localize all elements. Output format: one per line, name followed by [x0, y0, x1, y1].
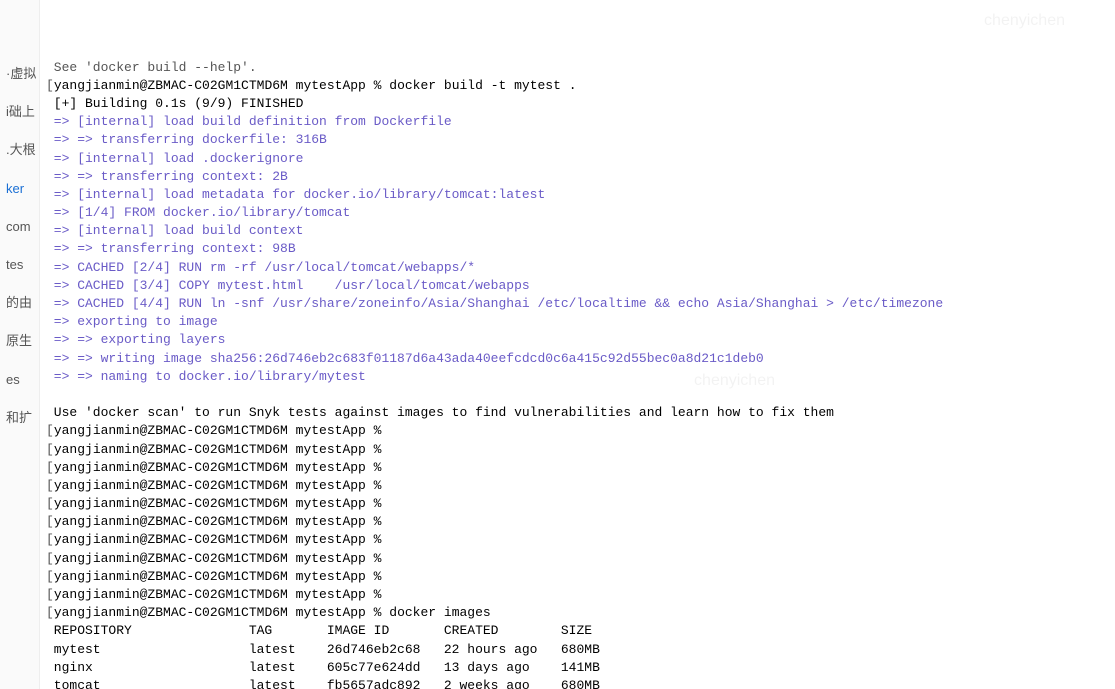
terminal-line: => => writing image sha256:26d746eb2c683… — [46, 350, 1109, 368]
terminal-output[interactable]: chenyichen chenyichen See 'docker build … — [40, 0, 1115, 689]
shell-prompt: yangjianmin@ZBMAC-C02GM1CTMD6M mytestApp… — [54, 496, 389, 511]
shell-command: docker images — [389, 605, 490, 620]
images-table-row: mytest latest 26d746eb2c68 22 hours ago … — [46, 641, 1109, 659]
terminal-line: [+] Building 0.1s (9/9) FINISHED — [46, 95, 1109, 113]
terminal-line: => => transferring context: 98B — [46, 240, 1109, 258]
sidebar-item-7[interactable]: 原生 — [0, 322, 39, 360]
shell-command: docker build -t mytest . — [389, 78, 576, 93]
terminal-line — [46, 386, 1109, 404]
sidebar-item-3[interactable]: ker — [0, 170, 39, 208]
terminal-line: => => transferring context: 2B — [46, 168, 1109, 186]
shell-prompt: yangjianmin@ZBMAC-C02GM1CTMD6M mytestApp… — [54, 587, 389, 602]
shell-prompt: yangjianmin@ZBMAC-C02GM1CTMD6M mytestApp… — [54, 551, 389, 566]
terminal-line: => => exporting layers — [46, 331, 1109, 349]
terminal-line: [yangjianmin@ZBMAC-C02GM1CTMD6M mytestAp… — [46, 604, 1109, 622]
images-table-row: nginx latest 605c77e624dd 13 days ago 14… — [46, 659, 1109, 677]
terminal-line: => CACHED [3/4] COPY mytest.html /usr/lo… — [46, 277, 1109, 295]
terminal-line: => CACHED [4/4] RUN ln -snf /usr/share/z… — [46, 295, 1109, 313]
shell-prompt: yangjianmin@ZBMAC-C02GM1CTMD6M mytestApp… — [54, 442, 389, 457]
terminal-line: [yangjianmin@ZBMAC-C02GM1CTMD6M mytestAp… — [46, 441, 1109, 459]
sidebar-item-0[interactable]: ·虚拟 — [0, 55, 39, 93]
images-table-row: tomcat latest fb5657adc892 2 weeks ago 6… — [46, 677, 1109, 689]
terminal-line: [yangjianmin@ZBMAC-C02GM1CTMD6M mytestAp… — [46, 77, 1109, 95]
terminal-line: => [internal] load .dockerignore — [46, 150, 1109, 168]
shell-prompt: yangjianmin@ZBMAC-C02GM1CTMD6M mytestApp… — [54, 605, 389, 620]
terminal-line: => => transferring dockerfile: 316B — [46, 131, 1109, 149]
terminal-line: => exporting to image — [46, 313, 1109, 331]
terminal-line: [yangjianmin@ZBMAC-C02GM1CTMD6M mytestAp… — [46, 568, 1109, 586]
terminal-line: See 'docker build --help'. — [46, 59, 1109, 77]
terminal-line: => [internal] load metadata for docker.i… — [46, 186, 1109, 204]
sidebar: ·虚拟 i础上 .大根 ker com tes 的由 原生 es 和扩 — [0, 0, 40, 689]
shell-prompt: yangjianmin@ZBMAC-C02GM1CTMD6M mytestApp… — [54, 569, 389, 584]
shell-prompt: yangjianmin@ZBMAC-C02GM1CTMD6M mytestApp… — [54, 460, 389, 475]
terminal-line: [yangjianmin@ZBMAC-C02GM1CTMD6M mytestAp… — [46, 495, 1109, 513]
terminal-line: [yangjianmin@ZBMAC-C02GM1CTMD6M mytestAp… — [46, 550, 1109, 568]
shell-prompt: yangjianmin@ZBMAC-C02GM1CTMD6M mytestApp… — [54, 78, 389, 93]
sidebar-item-5[interactable]: tes — [0, 246, 39, 284]
terminal-line: [yangjianmin@ZBMAC-C02GM1CTMD6M mytestAp… — [46, 422, 1109, 440]
terminal-line: [yangjianmin@ZBMAC-C02GM1CTMD6M mytestAp… — [46, 531, 1109, 549]
terminal-line: => [1/4] FROM docker.io/library/tomcat — [46, 204, 1109, 222]
images-table-header: REPOSITORY TAG IMAGE ID CREATED SIZE — [46, 622, 1109, 640]
terminal-line: [yangjianmin@ZBMAC-C02GM1CTMD6M mytestAp… — [46, 513, 1109, 531]
watermark-1: chenyichen — [984, 10, 1065, 32]
sidebar-item-8[interactable]: es — [0, 361, 39, 399]
shell-prompt: yangjianmin@ZBMAC-C02GM1CTMD6M mytestApp… — [54, 423, 389, 438]
shell-prompt: yangjianmin@ZBMAC-C02GM1CTMD6M mytestApp… — [54, 532, 389, 547]
sidebar-item-9[interactable]: 和扩 — [0, 399, 39, 437]
terminal-line: => => naming to docker.io/library/mytest — [46, 368, 1109, 386]
terminal-line: => [internal] load build context — [46, 222, 1109, 240]
terminal-line: [yangjianmin@ZBMAC-C02GM1CTMD6M mytestAp… — [46, 586, 1109, 604]
terminal-line: [yangjianmin@ZBMAC-C02GM1CTMD6M mytestAp… — [46, 459, 1109, 477]
shell-prompt: yangjianmin@ZBMAC-C02GM1CTMD6M mytestApp… — [54, 514, 389, 529]
terminal-line: => CACHED [2/4] RUN rm -rf /usr/local/to… — [46, 259, 1109, 277]
terminal-line: Use 'docker scan' to run Snyk tests agai… — [46, 404, 1109, 422]
terminal-line: => [internal] load build definition from… — [46, 113, 1109, 131]
sidebar-item-4[interactable]: com — [0, 208, 39, 246]
sidebar-item-6[interactable]: 的由 — [0, 284, 39, 322]
sidebar-item-1[interactable]: i础上 — [0, 93, 39, 131]
terminal-line: [yangjianmin@ZBMAC-C02GM1CTMD6M mytestAp… — [46, 477, 1109, 495]
sidebar-item-2[interactable]: .大根 — [0, 131, 39, 169]
shell-prompt: yangjianmin@ZBMAC-C02GM1CTMD6M mytestApp… — [54, 478, 389, 493]
